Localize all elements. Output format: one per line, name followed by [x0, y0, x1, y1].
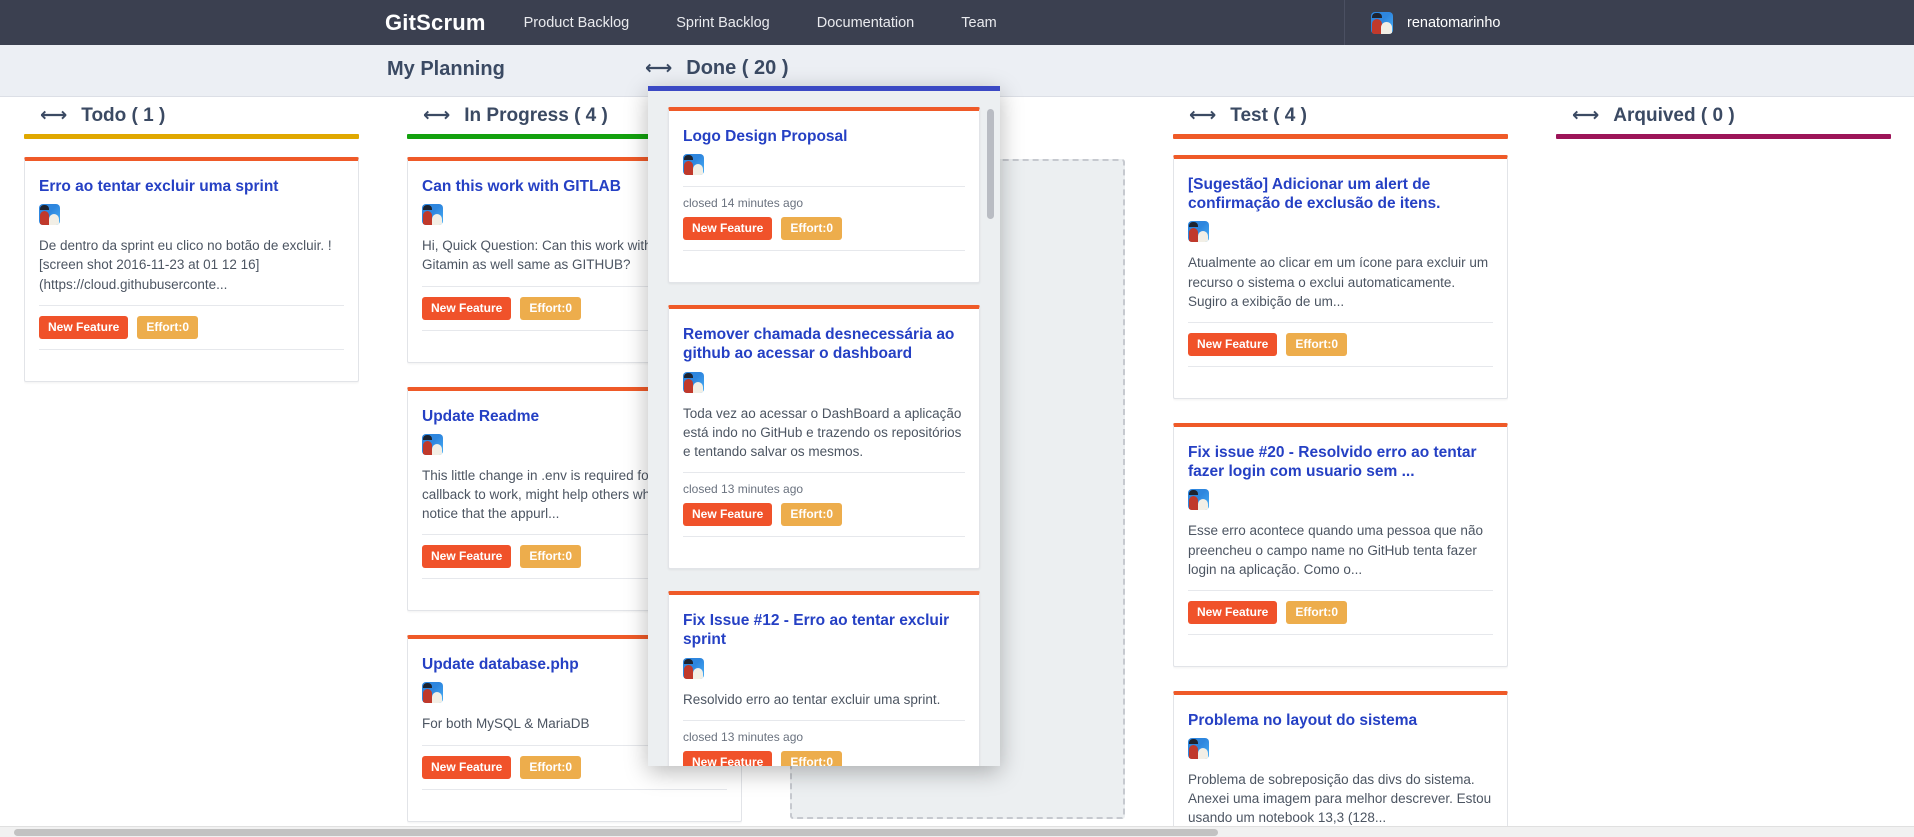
card-title[interactable]: Fix issue #20 - Resolvido erro ao tentar… — [1188, 443, 1493, 481]
card-assignee-avatar-icon — [683, 154, 704, 176]
tag-new-feature[interactable]: New Feature — [422, 545, 512, 569]
card-footer — [683, 250, 965, 272]
column-cards-test: [Sugestão] Adicionar um alert de confirm… — [1173, 139, 1508, 829]
card-title[interactable]: [Sugestão] Adicionar um alert de confirm… — [1188, 175, 1493, 213]
card-tags: New Feature Effort:0 — [39, 304, 344, 339]
tag-effort[interactable]: Effort:0 — [781, 750, 843, 766]
card[interactable]: Logo Design Proposal closed 14 minutes a… — [668, 107, 980, 284]
card-footer — [1188, 633, 1493, 656]
card-assignee-avatar-icon — [1188, 221, 1209, 243]
card-description: Esse erro acontece quando uma pessoa que… — [1188, 523, 1483, 577]
card-title[interactable]: Fix Issue #12 - Erro ao tentar excluir s… — [683, 611, 965, 649]
user-avatar-icon — [1371, 11, 1393, 34]
card-tags: New Feature Effort:0 — [1188, 589, 1493, 624]
column-header-arquived[interactable]: ⟷ Arquived ( 0 ) — [1556, 97, 1891, 134]
horizontal-arrows-icon[interactable]: ⟷ — [423, 106, 450, 125]
tag-effort[interactable]: Effort:0 — [520, 755, 582, 779]
card-description: Problema de sobreposição das divs do sis… — [1188, 772, 1492, 826]
tag-new-feature[interactable]: New Feature — [422, 755, 512, 779]
card-assignee-avatar-icon — [683, 657, 704, 679]
tag-new-feature[interactable]: New Feature — [683, 503, 773, 527]
board-column-todo: ⟷ Todo ( 1 ) Erro ao tentar excluir uma … — [0, 97, 383, 837]
column-title-label: Arquived ( 0 ) — [1613, 104, 1735, 126]
nav-link-team[interactable]: Team — [961, 15, 996, 31]
card-footer — [1188, 365, 1493, 388]
tag-new-feature[interactable]: New Feature — [1188, 600, 1278, 624]
card[interactable]: Fix Issue #12 - Erro ao tentar excluir s… — [668, 591, 980, 766]
tag-new-feature[interactable]: New Feature — [683, 217, 773, 241]
card-tags: New Feature Effort:0 — [683, 217, 965, 241]
tag-effort[interactable]: Effort:0 — [1286, 600, 1348, 624]
card[interactable]: Fix issue #20 - Resolvido erro ao tentar… — [1173, 422, 1508, 667]
tag-effort[interactable]: Effort:0 — [781, 217, 843, 241]
column-header-todo[interactable]: ⟷ Todo ( 1 ) — [24, 97, 359, 134]
card-footer — [39, 348, 344, 371]
card-description: De dentro da sprint eu clico no botão de… — [39, 238, 332, 292]
card-assignee-avatar-icon — [683, 371, 704, 393]
horizontal-arrows-icon[interactable]: ⟷ — [1189, 106, 1216, 125]
horizontal-scrollbar-thumb[interactable] — [14, 829, 1218, 836]
top-navbar: GitScrum Product Backlog Sprint Backlog … — [0, 0, 1914, 45]
tag-effort[interactable]: Effort:0 — [137, 315, 199, 339]
card-tags: New Feature Effort:0 — [683, 750, 965, 766]
tag-new-feature[interactable]: New Feature — [39, 315, 129, 339]
nav-link-product-backlog[interactable]: Product Backlog — [524, 15, 630, 31]
card-title[interactable]: Logo Design Proposal — [683, 127, 965, 146]
tag-effort[interactable]: Effort:0 — [781, 503, 843, 527]
card-footer — [683, 536, 965, 558]
card[interactable]: Erro ao tentar excluir uma sprint De den… — [24, 157, 359, 382]
tag-effort[interactable]: Effort:0 — [520, 545, 582, 569]
card-footer — [422, 788, 727, 811]
horizontal-arrows-icon[interactable]: ⟷ — [40, 106, 67, 125]
board-column-arquived: ⟷ Arquived ( 0 ) — [1532, 97, 1914, 837]
card-assignee-avatar-icon — [1188, 738, 1209, 760]
tag-new-feature[interactable]: New Feature — [422, 296, 512, 320]
column-title-label: Todo ( 1 ) — [81, 104, 166, 126]
tag-effort[interactable]: Effort:0 — [1286, 332, 1348, 356]
card-assignee-avatar-icon — [422, 433, 443, 455]
board-column-test: ⟷ Test ( 4 ) [Sugestão] Adicionar um ale… — [1149, 97, 1532, 837]
primary-nav: Product Backlog Sprint Backlog Documenta… — [524, 15, 1044, 31]
user-menu[interactable]: renatomarinho — [1344, 0, 1914, 45]
column-cards-arquived — [1556, 139, 1891, 829]
card-description: Atualmente ao clicar em um ícone para ex… — [1188, 255, 1489, 309]
card-description: Toda vez ao acessar o DashBoard a aplica… — [683, 405, 962, 459]
column-header-test[interactable]: ⟷ Test ( 4 ) — [1173, 97, 1508, 134]
nav-link-sprint-backlog[interactable]: Sprint Backlog — [676, 15, 770, 31]
card-title[interactable]: Remover chamada desnecessária ao github … — [683, 325, 965, 363]
card-assignee-avatar-icon — [422, 682, 443, 704]
column-title-label: In Progress ( 4 ) — [464, 104, 608, 126]
card-title[interactable]: Erro ao tentar excluir uma sprint — [39, 177, 344, 196]
app-logo[interactable]: GitScrum — [385, 0, 486, 45]
card-tags: New Feature Effort:0 — [683, 503, 965, 527]
card-description: Resolvido erro ao tentar excluir uma spr… — [683, 691, 941, 707]
tag-effort[interactable]: Effort:0 — [520, 296, 582, 320]
horizontal-scrollbar[interactable] — [0, 826, 1914, 837]
dragged-column-scrollbar[interactable] — [987, 109, 994, 219]
card-title[interactable]: Problema no layout do sistema — [1188, 711, 1493, 730]
username-label: renatomarinho — [1407, 14, 1501, 31]
dragged-column-header[interactable]: ⟷ Done ( 20 ) — [645, 57, 789, 80]
dragged-column-done[interactable]: Logo Design Proposal closed 14 minutes a… — [648, 86, 1000, 766]
nav-link-documentation[interactable]: Documentation — [817, 15, 915, 31]
tag-new-feature[interactable]: New Feature — [1188, 332, 1278, 356]
column-title-label: Test ( 4 ) — [1230, 104, 1307, 126]
page-title: My Planning — [387, 58, 505, 80]
horizontal-arrows-icon[interactable]: ⟷ — [645, 59, 672, 78]
card-assignee-avatar-icon — [39, 204, 60, 226]
card-tags: New Feature Effort:0 — [1188, 321, 1493, 356]
card-closed-timestamp: closed 13 minutes ago — [683, 472, 965, 496]
dragged-column-title-label: Done ( 20 ) — [686, 57, 789, 79]
card[interactable]: Remover chamada desnecessária ao github … — [668, 305, 980, 570]
tag-new-feature[interactable]: New Feature — [683, 750, 773, 766]
card-assignee-avatar-icon — [1188, 489, 1209, 511]
horizontal-arrows-icon[interactable]: ⟷ — [1572, 106, 1599, 125]
card[interactable]: [Sugestão] Adicionar um alert de confirm… — [1173, 155, 1508, 399]
card-assignee-avatar-icon — [422, 204, 443, 226]
card-closed-timestamp: closed 13 minutes ago — [683, 719, 965, 744]
card[interactable]: Problema no layout do sistema Problema d… — [1173, 690, 1508, 829]
card-closed-timestamp: closed 14 minutes ago — [683, 186, 965, 210]
column-cards-todo: Erro ao tentar excluir uma sprint De den… — [24, 139, 359, 829]
